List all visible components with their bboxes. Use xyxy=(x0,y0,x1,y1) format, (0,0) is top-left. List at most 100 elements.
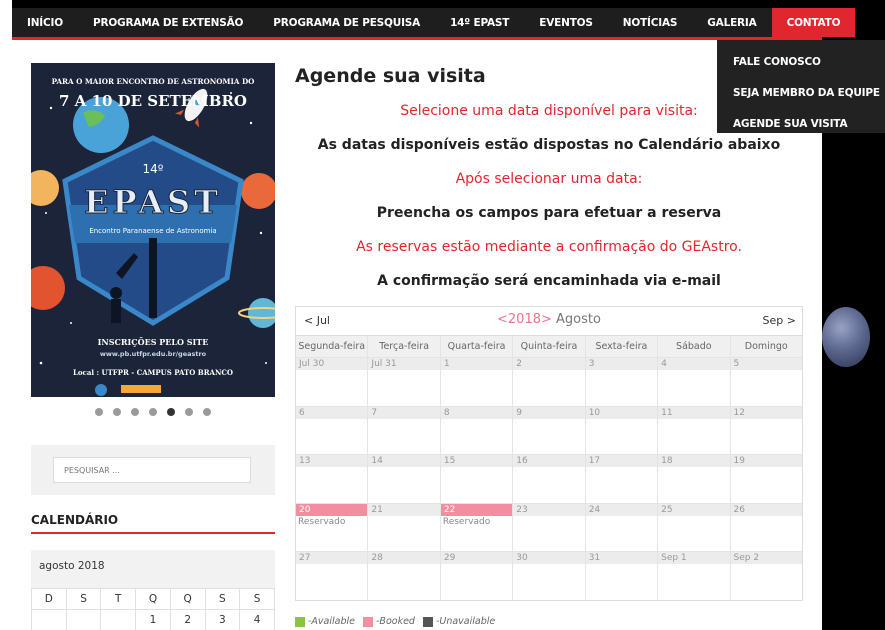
weekday-label: S xyxy=(65,588,102,610)
calendar-day[interactable]: 30 xyxy=(512,551,585,600)
nav-item-programa-pesquisa[interactable]: PROGRAMA DE PESQUISA xyxy=(258,8,435,37)
day-number: 14 xyxy=(368,455,440,468)
calendar-day[interactable]: 17 xyxy=(584,454,658,503)
slider-dot[interactable] xyxy=(113,408,121,416)
calendar-day[interactable]: 2 xyxy=(169,609,206,630)
slider-dot-active[interactable] xyxy=(167,408,175,416)
calendar-day[interactable]: 3 xyxy=(204,609,241,630)
calendar-weeks: Jul 30 Jul 31 1 2 3 4 5 6 7 8 9 10 11 12 13 14 15 16 17 18 1… xyxy=(296,357,802,600)
calendar-day[interactable]: 27 xyxy=(296,551,368,600)
calendar-day[interactable]: 5 xyxy=(729,357,802,406)
calendar-month-title: <2018> Agosto xyxy=(296,312,802,327)
calendar-week-row: 13 14 15 16 17 18 19 xyxy=(296,454,802,503)
nav-item-galeria[interactable]: GALERIA xyxy=(692,8,771,37)
slider-dot[interactable] xyxy=(185,408,193,416)
slider-dot[interactable] xyxy=(149,408,157,416)
weekday-label: S xyxy=(204,588,241,610)
slider-dot[interactable] xyxy=(95,408,103,416)
epast-poster-slide[interactable]: PARA O MAIOR ENCONTRO DE ASTRONOMIA DO 7… xyxy=(31,63,275,397)
calendar-day[interactable]: 28 xyxy=(367,551,440,600)
calendar-day[interactable]: 10 xyxy=(584,405,658,455)
calendar-day[interactable]: 11 xyxy=(657,405,730,455)
calendar-day-booked[interactable]: 22 Reservado xyxy=(439,502,513,552)
calendar-day[interactable]: 4 xyxy=(657,357,730,406)
calendar-day[interactable]: 6 xyxy=(296,405,368,455)
calendar-day[interactable]: 13 xyxy=(296,454,368,503)
nav-item-eventos[interactable]: EVENTOS xyxy=(524,8,608,37)
calendar-day[interactable]: Sep 2 xyxy=(729,551,802,600)
calendar-day[interactable]: 26 xyxy=(729,502,802,552)
day-number: 1 xyxy=(440,358,513,370)
legend-label: -Unavailable xyxy=(435,616,496,627)
nav-item-noticias[interactable]: NOTÍCIAS xyxy=(608,8,692,37)
day-number: Sep 2 xyxy=(730,552,802,565)
nav-item-contato[interactable]: CONTATO xyxy=(771,8,856,37)
weekday-label: S xyxy=(239,588,275,610)
calendar-day[interactable]: 25 xyxy=(657,502,730,552)
sidebar-calendar-title: CALENDÁRIO xyxy=(31,513,119,527)
dropdown-item-seja-membro[interactable]: SEJA MEMBRO DA EQUIPE xyxy=(717,77,885,108)
calendar-day[interactable]: 4 xyxy=(239,609,275,630)
calendar-day[interactable]: 3 xyxy=(584,357,658,406)
weekday-label: T xyxy=(100,588,137,610)
year-nav[interactable]: <2018> xyxy=(497,312,552,327)
day-number: 19 xyxy=(730,455,802,468)
day-number: 10 xyxy=(585,406,658,419)
calendar-day[interactable]: 1 xyxy=(135,609,171,630)
poster-subtitle: Encontro Paranaense de Astronomia xyxy=(89,227,216,235)
calendar-day[interactable]: 19 xyxy=(729,454,802,503)
calendar-day[interactable]: 7 xyxy=(367,405,440,455)
main-nav: INÍCIO PROGRAMA DE EXTENSÃO PROGRAMA DE … xyxy=(12,8,856,40)
calendar-day[interactable]: 21 xyxy=(367,502,440,552)
poster-inscricoes: INSCRIÇÕES PELO SITE xyxy=(98,337,209,347)
calendar-day[interactable]: 18 xyxy=(657,454,730,503)
calendar-day[interactable]: 14 xyxy=(367,454,440,503)
calendar-day[interactable]: 31 xyxy=(584,551,658,600)
day-number: 31 xyxy=(585,552,658,565)
contato-dropdown: FALE CONOSCO SEJA MEMBRO DA EQUIPE AGEND… xyxy=(717,40,885,133)
calendar-day[interactable]: 2 xyxy=(512,357,585,406)
calendar-day[interactable]: Jul 30 xyxy=(296,357,368,406)
nav-item-inicio[interactable]: INÍCIO xyxy=(12,8,78,37)
calendar-day[interactable]: 8 xyxy=(439,405,513,455)
day-number: 3 xyxy=(585,358,658,370)
search-input[interactable] xyxy=(53,457,251,483)
calendar-day[interactable]: 12 xyxy=(729,405,802,455)
sidebar-calendar: agosto 2018 D S T Q Q S S 1 2 3 4 xyxy=(31,550,275,630)
day-number: 30 xyxy=(513,552,585,565)
reserved-note: Reservado xyxy=(298,516,346,527)
calendar-day[interactable]: 29 xyxy=(439,551,513,600)
day-number: 24 xyxy=(585,503,658,516)
nav-item-programa-extensao[interactable]: PROGRAMA DE EXTENSÃO xyxy=(78,8,258,37)
info-after-select: Após selecionar uma data: xyxy=(455,171,643,187)
day-number: Jul 31 xyxy=(368,358,440,370)
next-month-link[interactable]: Sep > xyxy=(763,314,796,327)
day-number: 8 xyxy=(440,406,513,419)
day-number: 28 xyxy=(368,552,440,565)
calendar-day[interactable]: 16 xyxy=(512,454,585,503)
nav-item-epast[interactable]: 14º EPAST xyxy=(435,8,524,37)
calendar-day[interactable]: 9 xyxy=(512,405,585,455)
calendar-day[interactable]: Sep 1 xyxy=(657,551,730,600)
weekday-label: Sábado xyxy=(657,336,729,357)
calendar-week-row: 20 Reservado 21 22 Reservado 23 24 25 26 xyxy=(296,502,802,552)
slider-dot[interactable] xyxy=(203,408,211,416)
calendar-day[interactable]: 23 xyxy=(512,502,585,552)
calendar-day[interactable]: 1 xyxy=(439,357,513,406)
info-email: A confirmação será encaminhada via e-mai… xyxy=(377,273,721,289)
day-number: 9 xyxy=(513,406,585,419)
calendar-day[interactable]: Jul 31 xyxy=(367,357,440,406)
calendar-legend: -Available -Booked -Unavailable xyxy=(295,616,495,627)
weekday-label: D xyxy=(31,588,67,610)
calendar-day-booked[interactable]: 20 Reservado xyxy=(296,502,368,552)
day-number: 17 xyxy=(585,455,658,468)
calendar-day[interactable]: 24 xyxy=(584,502,658,552)
calendar-day[interactable]: 15 xyxy=(439,454,513,503)
slider-dot[interactable] xyxy=(131,408,139,416)
dropdown-item-fale-conosco[interactable]: FALE CONOSCO xyxy=(717,46,885,77)
search-widget xyxy=(31,445,275,495)
dropdown-item-agende-visita[interactable]: AGENDE SUA VISITA xyxy=(717,108,885,139)
day-number: 2 xyxy=(513,358,585,370)
booking-calendar: < Jul <2018> Agosto Sep > Segunda-feira … xyxy=(295,306,803,601)
weekday-label: Quarta-feira xyxy=(439,336,512,357)
